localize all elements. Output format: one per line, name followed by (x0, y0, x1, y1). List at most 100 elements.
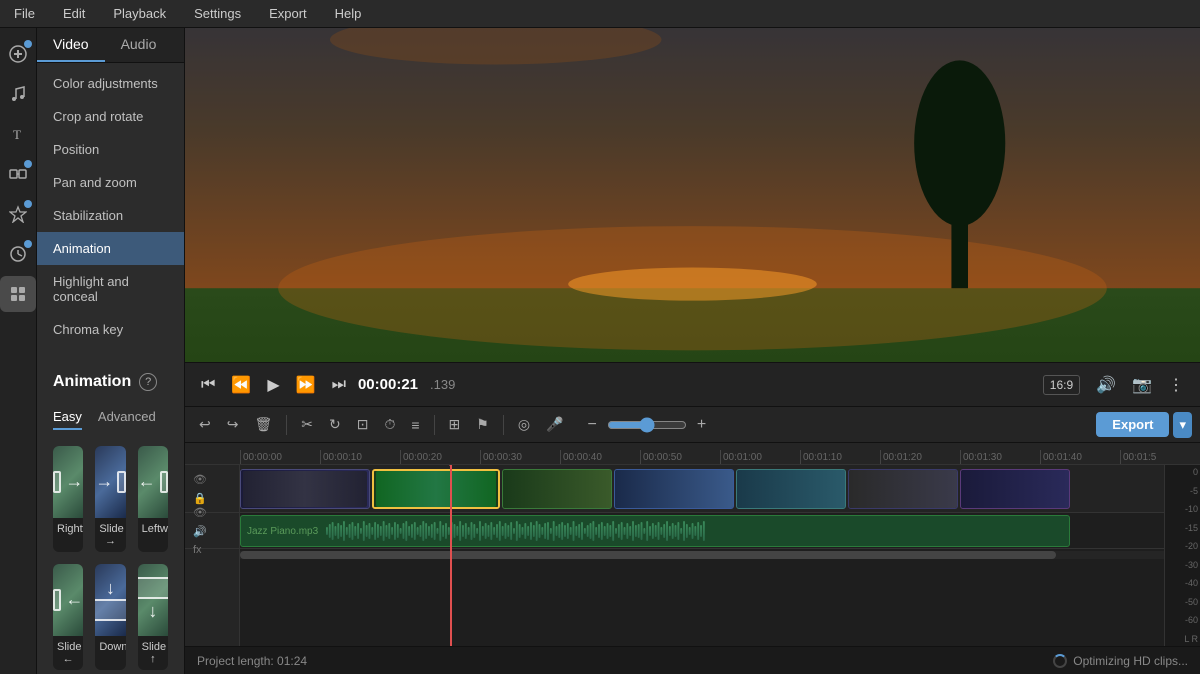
undo-button[interactable]: ↩ (193, 412, 217, 437)
anim-label-slide-up: Slide ↑ (138, 636, 168, 670)
anim-card-leftward[interactable]: ← Leftward (138, 446, 168, 552)
transition-btn[interactable]: ⊞ (443, 412, 467, 437)
anim-card-downward[interactable]: ↓ Downward (95, 564, 125, 670)
optimize-text: Optimizing HD clips... (1073, 654, 1188, 668)
anim-card-slide-up[interactable]: ↓ Slide ↑ (138, 564, 168, 670)
vol-label-5: -5 (1190, 486, 1198, 496)
status-bar: Project length: 01:24 Optimizing HD clip… (185, 646, 1200, 674)
animation-grid: → Rightward → Slide → (53, 446, 168, 670)
sidebar-icons: T (0, 28, 37, 674)
more-options-button[interactable]: ⋮ (1164, 371, 1188, 399)
timeline-scrollbar-thumb[interactable] (240, 551, 1056, 559)
tab-advanced[interactable]: Advanced (98, 405, 156, 430)
audio-track-eye-icon[interactable]: 👁 (191, 504, 209, 521)
video-clip-3[interactable] (502, 469, 612, 509)
mic-btn[interactable]: 🎤 (540, 412, 569, 437)
video-track-eye-icon[interactable]: 👁 (191, 471, 209, 488)
audio-clip-main[interactable]: Jazz Piano.mp3 (240, 515, 1070, 547)
clock-icon[interactable] (0, 236, 36, 272)
video-clip-2[interactable] (372, 469, 500, 509)
add-media-icon[interactable] (0, 36, 36, 72)
play-button[interactable]: ▶ (263, 371, 283, 399)
time-display: 00:00:21 (358, 376, 418, 393)
property-background-removal[interactable]: Background removal (37, 346, 184, 357)
animation-panel: Animation ? Easy Advanced → Rightward (37, 357, 184, 674)
video-clip-6[interactable] (848, 469, 958, 509)
vol-label-15: -15 (1185, 523, 1198, 533)
animation-title: Animation (53, 373, 131, 391)
marker-btn[interactable]: ⚑ (470, 412, 495, 437)
rotate-button[interactable]: ↻ (323, 412, 347, 437)
help-icon[interactable]: ? (139, 373, 157, 391)
vol-label-0: 0 (1193, 467, 1198, 477)
screenshot-button[interactable]: 📷 (1128, 371, 1156, 399)
property-chroma-key[interactable]: Chroma key (37, 313, 184, 346)
ruler-mark-4: 00:00:40 (560, 450, 640, 464)
anim-card-slide-right[interactable]: → Slide → (95, 446, 125, 552)
ruler-mark-3: 00:00:30 (480, 450, 560, 464)
text-icon[interactable]: T (0, 116, 36, 152)
anim-card-rightward[interactable]: → Rightward (53, 446, 83, 552)
tab-audio[interactable]: Audio (105, 28, 173, 62)
property-highlight-conceal[interactable]: Highlight and conceal (37, 265, 184, 313)
property-position[interactable]: Position (37, 133, 184, 166)
time-ms: .139 (430, 377, 455, 392)
aspect-ratio-selector[interactable]: 16:9 (1043, 375, 1080, 395)
tab-video[interactable]: Video (37, 28, 105, 62)
ruler-mark-6: 00:01:00 (720, 450, 800, 464)
anim-label-slide-left: Slide ← (53, 636, 83, 670)
track-label-audio: 👁 🔊 fx (185, 513, 239, 549)
video-clip-1[interactable] (240, 469, 370, 509)
music-icon[interactable] (0, 76, 36, 112)
property-crop-rotate[interactable]: Crop and rotate (37, 100, 184, 133)
redo-button[interactable]: ↪ (221, 412, 245, 437)
timeline-content: 👁 🔒 👁 🔊 fx (185, 465, 1200, 646)
property-color-adjustments[interactable]: Color adjustments (37, 67, 184, 100)
menu-export[interactable]: Export (263, 4, 313, 23)
anim-card-slide-left[interactable]: ← Slide ← (53, 564, 83, 670)
ruler-mark-10: 00:01:40 (1040, 450, 1120, 464)
transition-icon[interactable] (0, 156, 36, 192)
video-clip-7[interactable] (960, 469, 1070, 509)
property-stabilization[interactable]: Stabilization (37, 199, 184, 232)
export-options-button[interactable]: ▾ (1173, 412, 1192, 438)
project-length: Project length: 01:24 (197, 654, 307, 668)
ruler-mark-0: 00:00:00 (240, 450, 320, 464)
menu-help[interactable]: Help (329, 4, 368, 23)
delete-button[interactable]: 🗑 (248, 412, 278, 437)
cut-button[interactable]: ✂ (295, 412, 319, 437)
ruler-mark-9: 00:01:30 (960, 450, 1040, 464)
vol-label-50: -50 (1185, 597, 1198, 607)
export-button[interactable]: Export (1096, 412, 1169, 437)
video-track-row (240, 465, 1200, 513)
apps-icon[interactable] (0, 276, 36, 312)
speed-button[interactable]: ⏱ (378, 412, 401, 437)
track-labels: 👁 🔒 👁 🔊 fx (185, 465, 240, 646)
video-clip-4[interactable] (614, 469, 734, 509)
audio-button[interactable]: ≡ (405, 413, 425, 437)
menu-edit[interactable]: Edit (57, 4, 91, 23)
vol-label-lr: L R (1184, 634, 1198, 644)
step-forward-button[interactable]: ⏩ (292, 371, 320, 399)
tab-easy[interactable]: Easy (53, 405, 82, 430)
menu-playback[interactable]: Playback (107, 4, 172, 23)
crop-button[interactable]: ⊡ (351, 412, 375, 437)
stabilize-btn[interactable]: ◎ (512, 412, 536, 437)
menu-settings[interactable]: Settings (188, 4, 247, 23)
vol-label-30: -30 (1185, 560, 1198, 570)
zoom-slider[interactable] (607, 417, 687, 433)
effects-icon[interactable] (0, 196, 36, 232)
zoom-in-button[interactable]: + (691, 412, 712, 438)
zoom-out-button[interactable]: − (582, 412, 603, 438)
audio-track-fx-icon[interactable]: fx (191, 542, 209, 558)
skip-to-end-button[interactable]: ⏭ (328, 372, 350, 398)
step-back-button[interactable]: ⏪ (227, 371, 255, 399)
video-clip-5[interactable] (736, 469, 846, 509)
volume-button[interactable]: 🔊 (1092, 371, 1120, 399)
property-pan-zoom[interactable]: Pan and zoom (37, 166, 184, 199)
menu-file[interactable]: File (8, 4, 41, 23)
skip-to-start-button[interactable]: ⏮ (197, 372, 219, 398)
audio-track-mute-icon[interactable]: 🔊 (191, 523, 209, 540)
property-animation[interactable]: Animation (37, 232, 184, 265)
svg-text:T: T (13, 127, 21, 142)
